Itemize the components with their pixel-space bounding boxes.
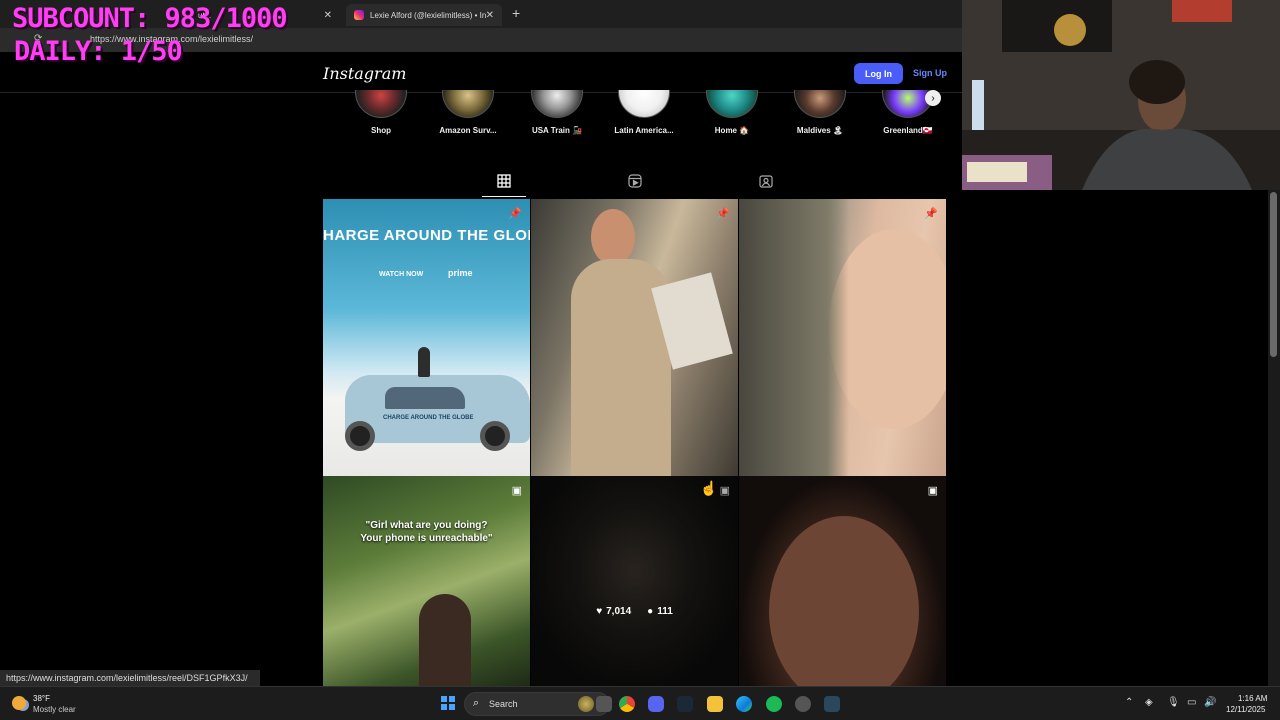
daily-overlay: DAILY: 1/50: [14, 36, 183, 67]
active-tab-indicator: [482, 196, 526, 197]
highlight-thumbnail: [442, 90, 494, 118]
instagram-logo[interactable]: Instagram: [323, 64, 406, 83]
highlight-thumbnail: [531, 90, 583, 118]
post-reading-map[interactable]: 📌: [531, 199, 738, 476]
highlight-label: Greenland🇬🇱: [883, 126, 933, 135]
close-icon[interactable]: ✕: [486, 10, 494, 21]
highlight-latin-america[interactable]: Latin America...: [604, 90, 684, 135]
comment-icon: ●: [647, 606, 654, 617]
highlight-label: Shop: [371, 126, 391, 135]
hover-overlay: [531, 476, 738, 686]
instagram-profile-page: Instagram Log In Sign Up Shop Amazon Sur…: [0, 52, 962, 686]
clock-date[interactable]: 12/11/2025: [1226, 705, 1265, 714]
reel-caption-line-1: "Girl what are you doing?: [365, 520, 488, 531]
instagram-favicon-icon: [354, 10, 364, 20]
taskbar-search-label[interactable]: Search: [489, 699, 518, 709]
tab-posts-grid-icon[interactable]: [494, 174, 514, 192]
highlight-label: Latin America...: [614, 126, 674, 135]
person-figure: [419, 594, 471, 686]
task-view-icon[interactable]: [596, 696, 612, 712]
person-face: [769, 516, 919, 686]
file-explorer-icon[interactable]: [707, 696, 723, 712]
pin-icon: 📌: [508, 208, 522, 220]
highlights-next-button[interactable]: ›: [925, 90, 941, 106]
car-windows: [385, 387, 465, 409]
weather-temp[interactable]: 38°F: [33, 694, 50, 703]
reel-icon: ▣: [927, 485, 938, 497]
highlight-thumbnail: [618, 90, 670, 118]
search-icon: ⌕: [473, 697, 480, 709]
new-tab-button[interactable]: +: [512, 5, 520, 21]
car-wheel: [345, 421, 375, 451]
post-stats: ♥ 7,014 ● 111: [531, 606, 738, 617]
search-highlight-icon[interactable]: [578, 696, 594, 712]
highlight-thumbnail: [794, 90, 846, 118]
person-figure: [418, 347, 430, 377]
microphone-icon[interactable]: 🎙: [1167, 697, 1180, 708]
highlight-thumbnail: [355, 90, 407, 118]
subcount-overlay: SUBCOUNT: 983/1000: [12, 3, 288, 34]
close-icon[interactable]: ✕: [324, 10, 332, 21]
post-selfie-reel[interactable]: ▣: [739, 476, 946, 686]
chevron-up-icon[interactable]: ⌃: [1125, 697, 1133, 708]
reel-icon: ▣: [511, 485, 522, 497]
highlight-thumbnail: [706, 90, 758, 118]
steam-app-icon[interactable]: [824, 696, 840, 712]
highlight-amazon[interactable]: Amazon Surv...: [428, 90, 508, 135]
comments-value: 111: [657, 606, 673, 617]
highlight-label: USA Train 🚂: [531, 126, 583, 135]
edge-icon[interactable]: [736, 696, 752, 712]
network-icon[interactable]: ▭: [1187, 697, 1196, 708]
pin-icon: 📌: [716, 208, 730, 220]
watch-now-text: WATCH NOW: [379, 271, 424, 278]
windows-start-icon[interactable]: [441, 696, 455, 710]
spotify-icon[interactable]: [766, 696, 782, 712]
windows-taskbar: [0, 686, 1280, 720]
clock-time[interactable]: 1:16 AM: [1238, 694, 1267, 703]
login-button[interactable]: Log In: [854, 63, 903, 84]
steam-icon[interactable]: [677, 696, 693, 712]
post-title-text: HARGE AROUND THE GLOB: [323, 227, 530, 244]
status-url-tooltip: https://www.instagram.com/lexielimitless…: [0, 670, 260, 686]
highlight-label: Amazon Surv...: [439, 126, 497, 135]
weather-moon-icon[interactable]: [12, 696, 26, 710]
tab-reels-icon[interactable]: [625, 174, 645, 192]
tray-app-icon[interactable]: ◈: [1145, 697, 1153, 708]
reel-icon: ▣: [719, 485, 730, 497]
prime-logo: prime: [448, 268, 473, 278]
reel-caption-line-2: Your phone is unreachable": [360, 533, 493, 544]
highlight-maldives[interactable]: Maldives 🏝: [780, 90, 860, 135]
post-charge-around-the-globe[interactable]: HARGE AROUND THE GLOB WATCH NOW prime CH…: [323, 199, 530, 476]
highlight-shop[interactable]: Shop: [341, 90, 421, 135]
tab-tagged-icon[interactable]: [756, 174, 776, 192]
likes-value: 7,014: [606, 606, 632, 617]
person-face: [591, 209, 635, 265]
comments-count: ● 111: [647, 606, 673, 617]
highlight-label: Maldives 🏝: [796, 126, 844, 135]
post-night-reel-hovered[interactable]: ♥ 7,014 ● 111 ▣: [531, 476, 738, 686]
pin-icon: 📌: [924, 208, 938, 220]
car-wheel: [480, 421, 510, 451]
signup-link[interactable]: Sign Up: [913, 68, 947, 78]
highlight-label: Home 🏠: [714, 126, 750, 135]
scrollbar-thumb[interactable]: [1270, 192, 1277, 357]
chrome-icon[interactable]: [619, 696, 635, 712]
hand-cursor-icon: ☝: [700, 480, 718, 496]
tab-title: Lexie Alford (@lexielimitless) • Inst: [370, 10, 486, 20]
post-jungle-reel[interactable]: "Girl what are you doing? Your phone is …: [323, 476, 530, 686]
volume-icon[interactable]: 🔊: [1204, 697, 1216, 708]
hood: [739, 199, 849, 476]
car-decal-text: CHARGE AROUND THE GLOBE: [383, 415, 474, 421]
highlight-usa-train[interactable]: USA Train 🚂: [517, 90, 597, 135]
app-icon[interactable]: [795, 696, 811, 712]
likes-count: ♥ 7,014: [596, 606, 631, 617]
highlight-home[interactable]: Home 🏠: [692, 90, 772, 135]
discord-icon[interactable]: [648, 696, 664, 712]
post-portrait-ring[interactable]: 📌: [739, 199, 946, 476]
weather-condition[interactable]: Mostly clear: [33, 705, 76, 714]
browser-tab-instagram[interactable]: Lexie Alford (@lexielimitless) • Inst ✕: [346, 4, 502, 26]
webcam-feed: [962, 0, 1280, 190]
heart-icon: ♥: [596, 606, 603, 617]
